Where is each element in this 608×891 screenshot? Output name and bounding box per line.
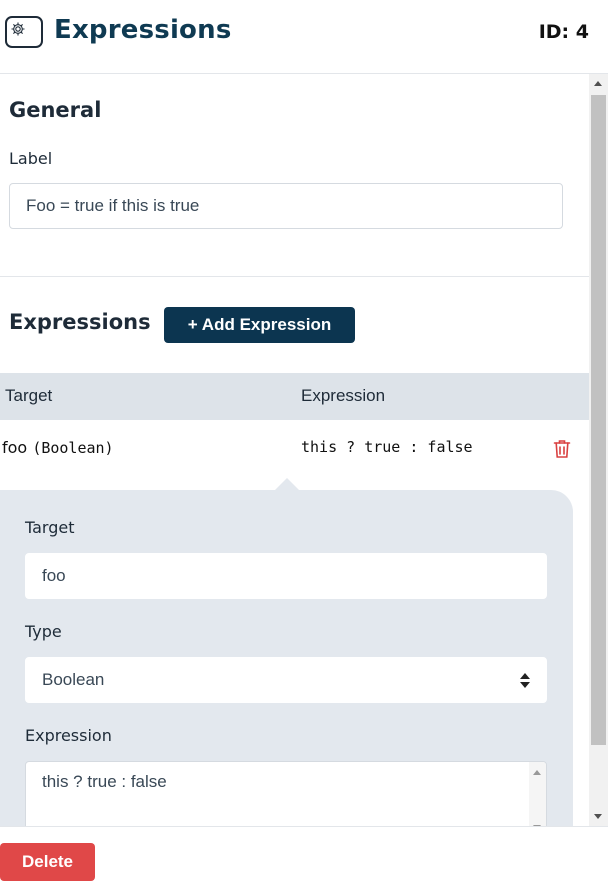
table-row[interactable]: foo (Boolean) this ? true : false <box>0 420 589 476</box>
type-select[interactable]: Boolean <box>25 657 547 703</box>
column-header-expression: Expression <box>301 386 386 405</box>
detail-target-label: Target <box>25 518 75 537</box>
scroll-thumb[interactable] <box>591 95 606 745</box>
select-arrows-icon <box>520 673 530 689</box>
properties-panel[interactable]: General Label Foo = true if this is true… <box>0 74 608 826</box>
id-label: ID: 4 <box>538 21 589 43</box>
label-input[interactable]: Foo = true if this is true <box>9 183 563 229</box>
scroll-down-icon[interactable] <box>589 807 608 826</box>
row-target-name: foo <box>2 438 28 457</box>
label-field-caption: Label <box>9 149 53 168</box>
general-section-title: General <box>9 98 102 122</box>
scroll-up-icon[interactable] <box>589 74 608 93</box>
trash-icon[interactable] <box>553 439 571 459</box>
expression-textarea[interactable]: this ? true : false <box>25 761 547 826</box>
gear-icon <box>5 16 43 48</box>
expressions-section-title: Expressions <box>9 310 151 334</box>
panel-content: General Label Foo = true if this is true… <box>0 74 589 826</box>
type-select-value: Boolean <box>42 670 105 689</box>
delete-button[interactable]: Delete <box>0 843 95 881</box>
expressions-table-header: Target Expression <box>0 373 589 420</box>
detail-expression-label: Expression <box>25 726 112 745</box>
detail-type-label: Type <box>25 622 62 641</box>
textarea-scrollbar[interactable] <box>529 762 546 826</box>
textarea-scroll-up-icon[interactable] <box>533 770 541 775</box>
page-title: Expressions <box>54 15 232 45</box>
row-target-type: (Boolean) <box>32 439 114 457</box>
add-expression-button[interactable]: + Add Expression <box>164 307 355 343</box>
panel-scrollbar[interactable] <box>589 74 608 826</box>
expression-textarea-value: this ? true : false <box>42 772 167 791</box>
row-target: foo (Boolean) <box>2 438 114 457</box>
header-bar: Expressions ID: 4 <box>0 0 608 74</box>
column-header-target: Target <box>5 386 53 405</box>
row-expression: this ? true : false <box>301 438 473 456</box>
footer-bar: Delete <box>0 826 608 891</box>
target-input[interactable]: foo <box>25 553 547 599</box>
section-divider <box>0 276 589 277</box>
